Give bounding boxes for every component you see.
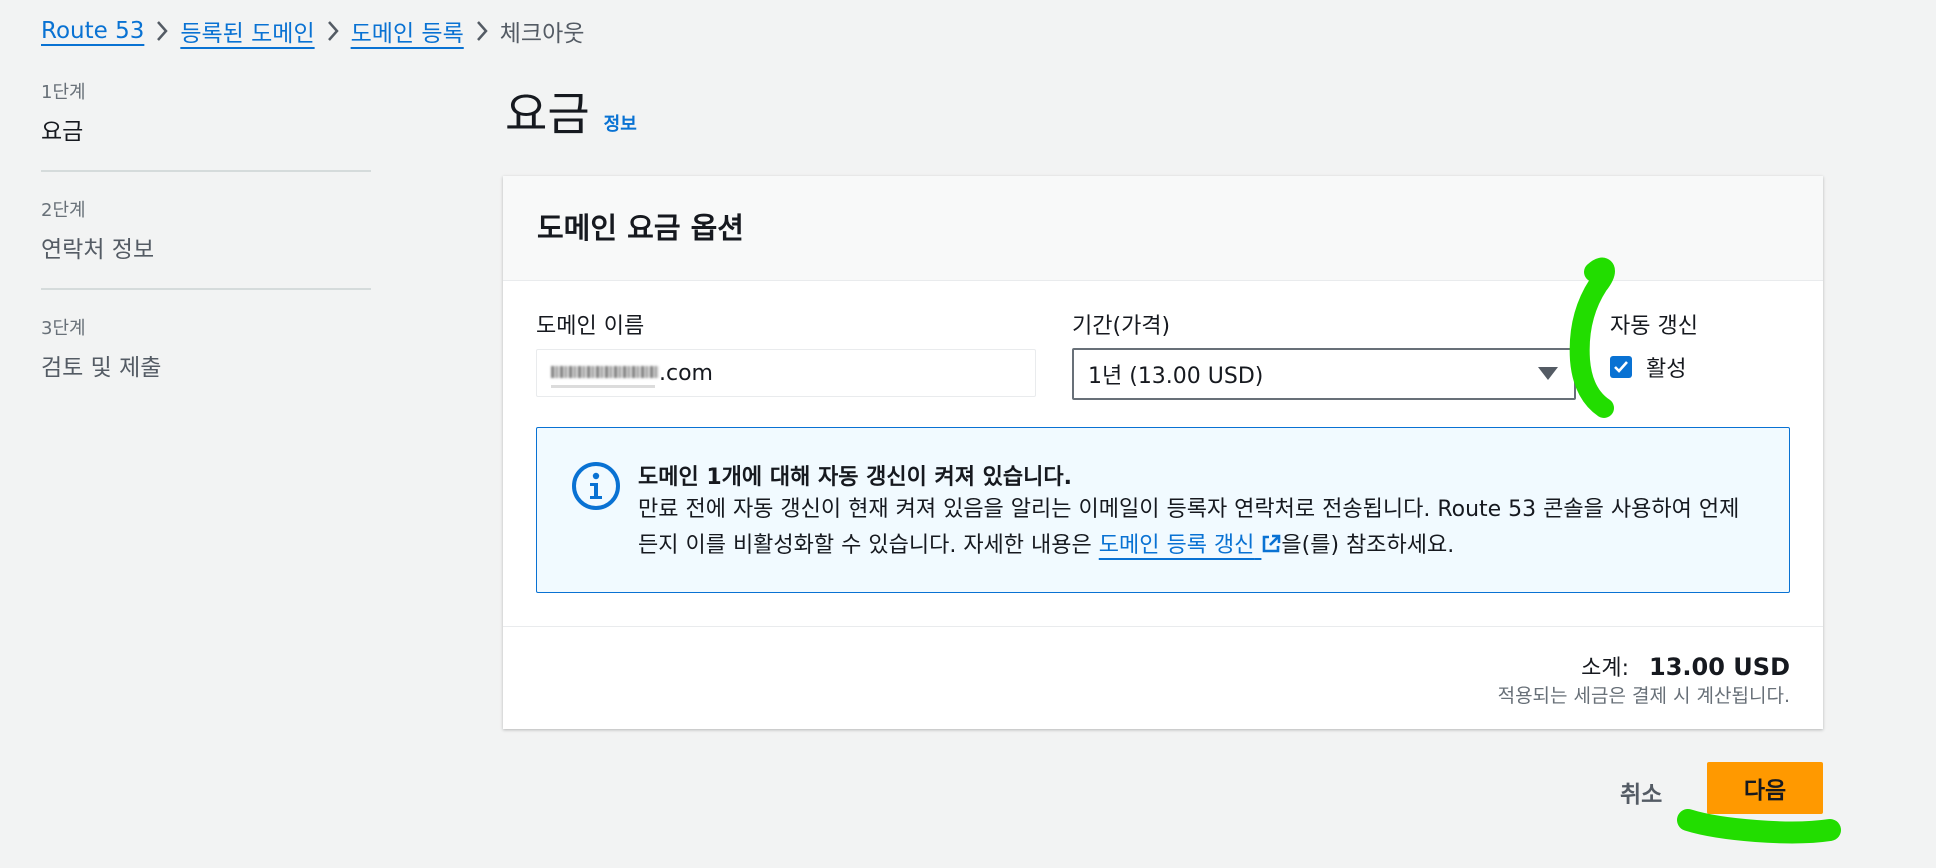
chevron-right-icon — [315, 16, 351, 46]
card-title: 도메인 요금 옵션 — [537, 211, 744, 245]
wizard-steps: 1단계 요금 2단계 연락처 정보 3단계 검토 및 제출 — [41, 78, 371, 430]
step-3: 3단계 검토 및 제출 — [41, 314, 371, 406]
subtotal-value: 13.00 USD — [1649, 653, 1790, 681]
card-divider — [503, 626, 1823, 627]
page-header: 요금 정보 — [505, 78, 637, 144]
breadcrumb: Route 53 등록된 도메인 도메인 등록 체크아웃 — [41, 14, 584, 48]
info-icon — [572, 462, 620, 510]
step-title: 연락처 정보 — [41, 237, 155, 263]
next-button[interactable]: 다음 — [1707, 762, 1823, 814]
cancel-button[interactable]: 취소 — [1614, 774, 1668, 810]
alert-title: 도메인 1개에 대해 자동 갱신이 켜져 있습니다. — [638, 465, 1072, 490]
step-title: 요금 — [41, 119, 84, 145]
domain-name-field[interactable]: .com — [536, 349, 1036, 397]
step-2: 2단계 연락처 정보 — [41, 196, 371, 290]
period-label: 기간(가격) — [1072, 314, 1171, 339]
auto-renew-option[interactable]: 활성 — [1610, 351, 1686, 383]
card-header: 도메인 요금 옵션 — [503, 176, 1823, 281]
auto-renew-info-alert: 도메인 1개에 대해 자동 갱신이 켜져 있습니다. 만료 전에 자동 갱신이 … — [536, 427, 1790, 593]
breadcrumb-checkout: 체크아웃 — [499, 21, 585, 47]
caret-down-icon — [1538, 367, 1558, 380]
step-1: 1단계 요금 — [41, 78, 371, 172]
check-icon — [1614, 361, 1628, 373]
page-title: 요금 — [505, 87, 590, 141]
domain-suffix: .com — [659, 360, 713, 386]
redacted-domain-text — [551, 363, 659, 388]
step-number: 1단계 — [41, 82, 86, 103]
domain-name-label: 도메인 이름 — [536, 314, 645, 339]
alert-body: 만료 전에 자동 갱신이 현재 켜져 있음을 알리는 이메일이 등록자 연락처로… — [638, 492, 1748, 564]
breadcrumb-registered-domains[interactable]: 등록된 도메인 — [180, 14, 314, 48]
step-number: 2단계 — [41, 200, 86, 221]
subtotal: 소계: 13.00 USD — [1581, 650, 1790, 682]
breadcrumb-register-domain[interactable]: 도메인 등록 — [351, 14, 464, 48]
period-select[interactable]: 1년 (13.00 USD) — [1072, 348, 1576, 400]
period-value: 1년 (13.00 USD) — [1088, 364, 1264, 389]
step-title: 검토 및 제출 — [41, 355, 162, 381]
domain-renewal-link[interactable]: 도메인 등록 갱신 — [1099, 533, 1282, 558]
auto-renew-option-label: 활성 — [1646, 357, 1687, 382]
pricing-options-card: 도메인 요금 옵션 도메인 이름 .com 기간(가격) 1년 (13.00 U… — [503, 176, 1823, 729]
info-link[interactable]: 정보 — [604, 110, 637, 136]
external-link-icon — [1263, 534, 1281, 553]
subtotal-label: 소계: — [1581, 656, 1630, 681]
alert-body-tail: 을(를) 참조하세요. — [1281, 533, 1455, 558]
auto-renew-label: 자동 갱신 — [1610, 314, 1698, 339]
chevron-right-icon — [144, 16, 180, 46]
breadcrumb-route53[interactable]: Route 53 — [41, 18, 144, 44]
step-number: 3단계 — [41, 318, 86, 339]
auto-renew-checkbox[interactable] — [1610, 356, 1632, 378]
chevron-right-icon — [464, 16, 500, 46]
tax-note: 적용되는 세금은 결제 시 계산됩니다. — [1497, 685, 1790, 707]
domain-renewal-link-label: 도메인 등록 갱신 — [1098, 533, 1255, 558]
next-button-highlight-stroke — [1677, 809, 1841, 844]
